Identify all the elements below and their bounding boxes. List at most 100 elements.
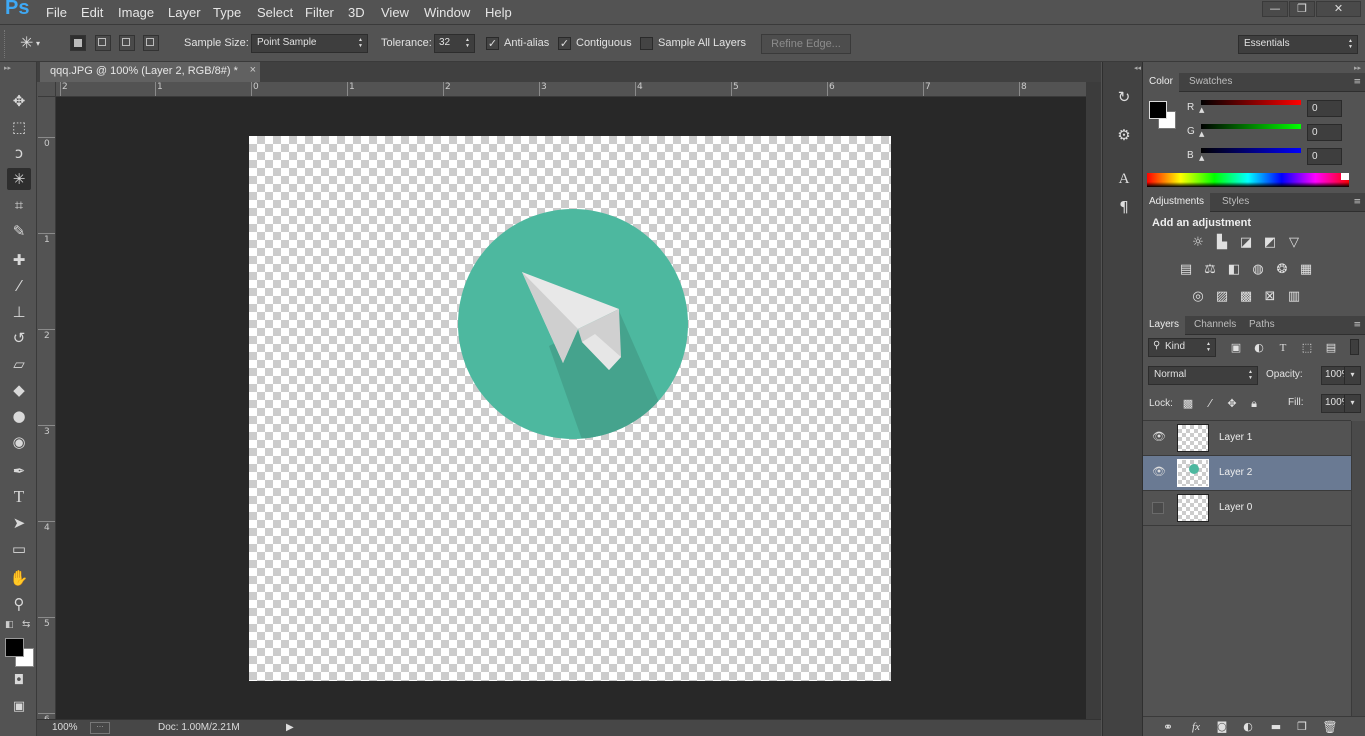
default-colors-icon[interactable]: ◧ bbox=[5, 620, 14, 630]
photo-filter-icon[interactable]: ◍ bbox=[1249, 262, 1267, 278]
invert-icon[interactable]: ◎ bbox=[1189, 289, 1207, 305]
menu-help[interactable]: Help bbox=[485, 5, 512, 20]
close-tab-icon[interactable]: × bbox=[250, 64, 256, 76]
g-value[interactable]: 0 bbox=[1307, 124, 1342, 141]
tab-layers[interactable]: Layers bbox=[1143, 316, 1186, 335]
add-selection-mode-icon[interactable] bbox=[95, 35, 111, 51]
status-info-icon[interactable]: ⋯ bbox=[90, 722, 110, 734]
layer-name[interactable]: Layer 0 bbox=[1219, 502, 1252, 513]
close-button[interactable]: ✕ bbox=[1316, 1, 1361, 17]
filter-adjustment-icon[interactable]: ◐ bbox=[1250, 340, 1268, 356]
properties-panel-icon[interactable]: ⚙ bbox=[1113, 124, 1135, 146]
tab-swatches[interactable]: Swatches bbox=[1183, 73, 1238, 92]
hand-icon[interactable]: ✋ bbox=[7, 567, 31, 589]
r-value[interactable]: 0 bbox=[1307, 100, 1342, 117]
anti-alias-checkbox[interactable]: ✓ bbox=[486, 37, 499, 50]
layer-row-layer-2[interactable]: 👁︎ Layer 2 bbox=[1143, 456, 1351, 491]
zoom-icon[interactable]: ⚲ bbox=[7, 593, 31, 615]
visibility-eye-icon[interactable]: 👁︎ bbox=[1151, 430, 1167, 446]
paragraph-panel-icon[interactable]: ¶ bbox=[1113, 196, 1135, 218]
filter-shape-icon[interactable]: ⬚ bbox=[1298, 340, 1316, 356]
workspace-select[interactable]: Essentials bbox=[1238, 35, 1358, 54]
black-white-icon[interactable]: ◧ bbox=[1225, 262, 1243, 278]
posterize-icon[interactable]: ▨ bbox=[1213, 289, 1231, 305]
move-icon[interactable]: ✥ bbox=[7, 90, 31, 112]
sample-all-layers-checkbox[interactable] bbox=[640, 37, 653, 50]
layer-row-layer-1[interactable]: 👁︎ Layer 1 bbox=[1143, 421, 1351, 456]
intersect-selection-mode-icon[interactable] bbox=[143, 35, 159, 51]
exposure-icon[interactable]: ◩ bbox=[1261, 235, 1279, 251]
new-selection-mode-icon[interactable] bbox=[70, 35, 86, 51]
document-canvas[interactable] bbox=[249, 136, 891, 681]
blend-mode-select[interactable]: Normal bbox=[1148, 366, 1258, 385]
character-panel-icon[interactable]: A bbox=[1113, 168, 1135, 190]
fx-icon[interactable]: fx bbox=[1187, 719, 1205, 735]
document-tab[interactable]: qqq.JPG @ 100% (Layer 2, RGB/8#) * × bbox=[40, 62, 260, 82]
lock-image-icon[interactable]: ⁄ bbox=[1201, 396, 1219, 412]
collapse-arrows-icon[interactable]: ▸▸ bbox=[4, 64, 11, 72]
brightness-contrast-icon[interactable]: ☼ bbox=[1189, 235, 1207, 251]
g-slider-handle[interactable]: ▲ bbox=[1199, 130, 1204, 138]
swap-colors-icon[interactable]: ⇆ bbox=[22, 619, 30, 630]
history-panel-icon[interactable]: ↻ bbox=[1113, 86, 1135, 108]
filter-pixel-icon[interactable]: ▣ bbox=[1227, 340, 1245, 356]
mask-icon[interactable]: ◙ bbox=[1213, 719, 1231, 735]
menu-type[interactable]: Type bbox=[213, 5, 241, 20]
layer-row-layer-0[interactable]: Layer 0 bbox=[1143, 491, 1351, 526]
type-icon[interactable]: T bbox=[7, 486, 31, 508]
layer-name[interactable]: Layer 2 bbox=[1219, 467, 1252, 478]
group-icon[interactable]: ▬ bbox=[1267, 719, 1285, 735]
menu-view[interactable]: View bbox=[381, 5, 409, 20]
screen-mode-icon[interactable]: ▣ bbox=[7, 696, 31, 718]
adjustments-panel-menu-icon[interactable]: ≡ bbox=[1353, 197, 1361, 207]
layers-panel-menu-icon[interactable]: ≡ bbox=[1353, 320, 1361, 330]
visibility-toggle-off[interactable] bbox=[1152, 502, 1164, 514]
lasso-icon[interactable]: ↄ bbox=[7, 142, 31, 164]
history-brush-icon[interactable]: ↺ bbox=[7, 327, 31, 349]
tab-adjustments[interactable]: Adjustments bbox=[1143, 193, 1211, 212]
trash-icon[interactable]: 🗑︎ bbox=[1321, 719, 1339, 735]
magic-wand-preset-icon[interactable]: ✳ ▾ bbox=[20, 33, 60, 55]
adjustment-layer-icon[interactable]: ◐ bbox=[1239, 719, 1257, 735]
marquee-icon[interactable]: ⬚ bbox=[7, 116, 31, 138]
filter-type-icon[interactable]: T bbox=[1274, 340, 1292, 356]
blur-icon[interactable]: ● bbox=[7, 405, 31, 427]
healing-brush-icon[interactable]: ✚ bbox=[7, 249, 31, 271]
crop-icon[interactable]: ⌗ bbox=[7, 194, 31, 216]
sample-size-select[interactable]: Point Sample bbox=[251, 34, 368, 53]
r-slider-handle[interactable]: ▲ bbox=[1199, 106, 1204, 114]
tab-channels[interactable]: Channels bbox=[1188, 316, 1242, 335]
hue-saturation-icon[interactable]: ▤ bbox=[1177, 262, 1195, 278]
status-menu-arrow-icon[interactable]: ▶ bbox=[286, 722, 294, 733]
new-layer-icon[interactable]: ❐ bbox=[1293, 719, 1311, 735]
layers-scrollbar[interactable] bbox=[1351, 421, 1365, 716]
eyedropper-icon[interactable]: ✎ bbox=[7, 220, 31, 242]
opacity-dropdown-icon[interactable]: ▾ bbox=[1344, 366, 1361, 385]
lock-transparent-icon[interactable]: ▩ bbox=[1179, 396, 1197, 412]
curves-icon[interactable]: ◪ bbox=[1237, 235, 1255, 251]
visibility-eye-icon[interactable]: 👁︎ bbox=[1151, 465, 1167, 481]
tab-paths[interactable]: Paths bbox=[1243, 316, 1281, 335]
stamp-icon[interactable]: ⊥ bbox=[7, 301, 31, 323]
g-slider[interactable] bbox=[1201, 124, 1301, 129]
menu-layer[interactable]: Layer bbox=[168, 5, 201, 20]
dock-collapse-icon[interactable]: ◂◂ bbox=[1105, 64, 1141, 74]
selective-color-icon[interactable]: ⊠ bbox=[1261, 289, 1279, 305]
foreground-color-swatch[interactable] bbox=[5, 638, 24, 657]
rectangle-icon[interactable]: ▭ bbox=[7, 538, 31, 560]
tab-styles[interactable]: Styles bbox=[1216, 193, 1255, 212]
b-slider[interactable] bbox=[1201, 148, 1301, 153]
gradient-map-icon[interactable]: ▥ bbox=[1285, 289, 1303, 305]
grip-handle[interactable] bbox=[4, 30, 7, 58]
menu-window[interactable]: Window bbox=[424, 5, 470, 20]
color-spectrum-ramp[interactable] bbox=[1147, 173, 1349, 187]
layer-name[interactable]: Layer 1 bbox=[1219, 432, 1252, 443]
tab-color[interactable]: Color bbox=[1143, 73, 1179, 92]
brush-icon[interactable]: ⁄ bbox=[7, 275, 31, 297]
restore-button[interactable]: ❐ bbox=[1289, 1, 1315, 17]
threshold-icon[interactable]: ▩ bbox=[1237, 289, 1255, 305]
color-balance-icon[interactable]: ⚖ bbox=[1201, 262, 1219, 278]
menu-filter[interactable]: Filter bbox=[305, 5, 334, 20]
foreground-color-swatch-panel[interactable] bbox=[1149, 101, 1167, 119]
zoom-level[interactable]: 100% bbox=[52, 722, 78, 733]
